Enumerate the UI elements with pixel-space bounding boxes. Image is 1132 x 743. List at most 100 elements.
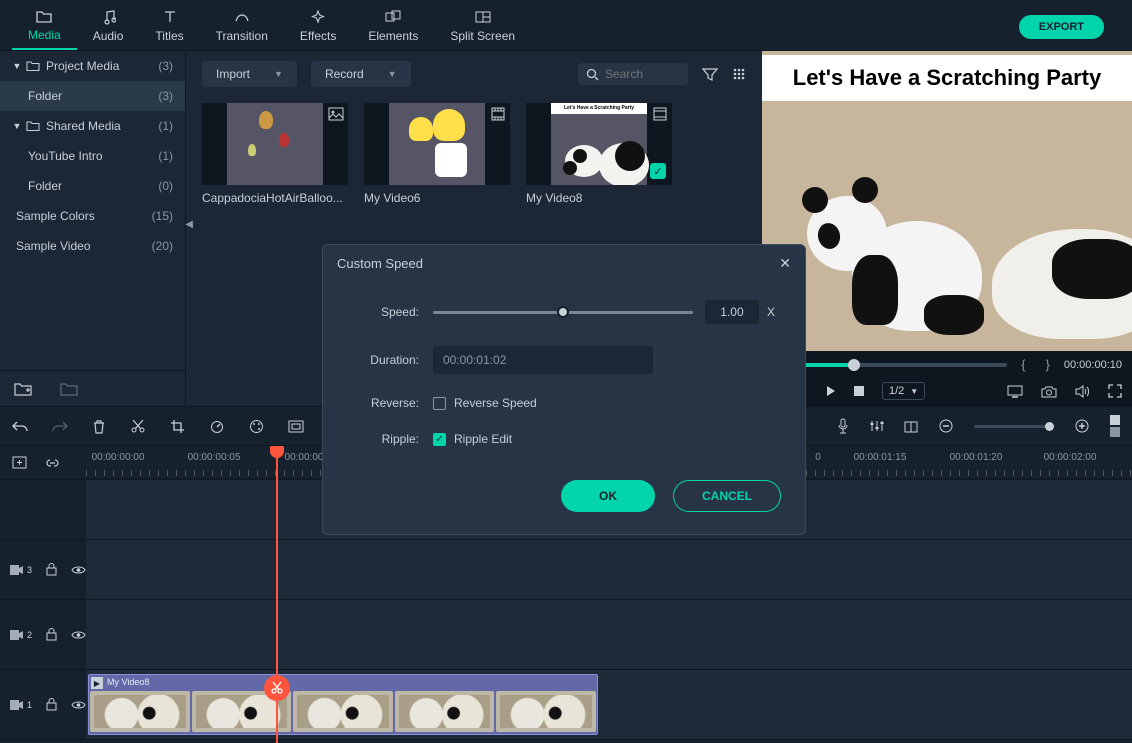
chevron-down-icon: ▼ (274, 69, 283, 79)
media-thumb[interactable]: My Video6 (364, 103, 510, 205)
track-number: 3 (27, 565, 32, 575)
scrub-bar[interactable] (772, 363, 1007, 367)
snapshot-icon[interactable] (1041, 385, 1057, 398)
record-dropdown[interactable]: Record ▼ (311, 61, 411, 87)
clip-label: My Video8 (107, 677, 149, 687)
tab-audio[interactable]: Audio (77, 5, 140, 49)
sidebar-count: (3) (158, 59, 173, 73)
sidebar-count: (15) (152, 209, 173, 223)
quality-icon[interactable] (1007, 385, 1023, 398)
filter-icon[interactable] (702, 67, 718, 81)
add-track-icon[interactable] (12, 456, 27, 469)
collapse-sidebar-icon[interactable]: ◀ (185, 219, 193, 230)
link-icon[interactable] (45, 456, 60, 469)
volume-icon[interactable] (1075, 385, 1090, 398)
media-thumb[interactable]: Let's Have a Scratching Party ✓ My Video… (526, 103, 672, 205)
sidebar-folder-2[interactable]: Folder (0) (0, 171, 185, 201)
sidebar-youtube-intro[interactable]: YouTube Intro (1) (0, 141, 185, 171)
sidebar-project-media[interactable]: ▼ Project Media (3) (0, 51, 185, 81)
stop-icon[interactable] (854, 382, 864, 400)
preview-video[interactable]: Let's Have a Scratching Party (762, 51, 1132, 351)
fullscreen-icon[interactable] (1108, 384, 1122, 398)
lock-icon[interactable] (46, 628, 57, 641)
tab-effects-label: Effects (300, 29, 336, 43)
speed-icon[interactable] (209, 419, 225, 433)
playhead[interactable] (276, 446, 278, 743)
lock-icon[interactable] (46, 698, 57, 711)
import-dropdown[interactable]: Import ▼ (202, 61, 297, 87)
chevron-down-icon: ▼ (388, 69, 397, 79)
timeline-clip[interactable]: ▶ My Video8 (88, 674, 598, 735)
zoom-out-icon[interactable] (938, 418, 954, 434)
timeline-track-v2[interactable]: 2 (0, 600, 1132, 670)
sidebar-sample-colors[interactable]: Sample Colors (15) (0, 201, 185, 231)
tab-transition[interactable]: Transition (200, 5, 284, 49)
reverse-label: Reverse: (353, 396, 433, 410)
tab-media[interactable]: Media (12, 4, 77, 50)
search-box[interactable] (578, 63, 688, 85)
duration-label: Duration: (353, 353, 433, 367)
lock-icon[interactable] (46, 563, 57, 576)
import-label: Import (216, 67, 250, 81)
folder-icon[interactable] (60, 381, 78, 396)
timeline-track-v1[interactable]: 1 ▶ My Video8 (0, 670, 1132, 740)
tab-split-screen[interactable]: Split Screen (434, 5, 531, 49)
split-clip-icon[interactable] (130, 419, 146, 434)
eye-icon[interactable] (71, 630, 86, 640)
thumb-name: My Video8 (526, 191, 672, 205)
export-button[interactable]: EXPORT (1019, 15, 1104, 39)
cancel-button[interactable]: CANCEL (673, 480, 781, 512)
sidebar-label: Folder (28, 89, 158, 103)
speed-slider[interactable] (433, 311, 693, 314)
track-height-toggle[interactable] (1110, 415, 1120, 437)
reverse-checkbox[interactable] (433, 397, 446, 410)
mixer-icon[interactable] (869, 419, 884, 433)
timecode: 00:00:00:10 (1064, 359, 1122, 371)
eye-icon[interactable] (71, 700, 86, 710)
delete-icon[interactable] (92, 419, 106, 434)
redo-icon[interactable] (52, 420, 68, 433)
clip-play-icon[interactable]: ▶ (91, 677, 103, 689)
scrub-row: { } 00:00:00:10 (762, 351, 1132, 378)
speed-value[interactable]: 1.00 (705, 300, 759, 324)
new-folder-icon[interactable] (14, 381, 32, 396)
preview-zoom-dropdown[interactable]: 1/2▼ (882, 382, 925, 400)
chevron-down-icon: ▼ (12, 61, 22, 71)
tab-titles[interactable]: Titles (139, 5, 199, 49)
marker-icon[interactable] (904, 420, 918, 433)
sidebar-shared-media[interactable]: ▼ Shared Media (1) (0, 111, 185, 141)
sparkle-icon (311, 9, 325, 25)
zoom-in-icon[interactable] (1074, 418, 1090, 434)
media-sidebar: ▼ Project Media (3) Folder (3) ▼ Shared … (0, 51, 186, 406)
close-icon[interactable]: ✕ (779, 255, 791, 272)
thumb-name: My Video6 (364, 191, 510, 205)
video-track-icon (10, 565, 23, 575)
media-thumb[interactable]: CappadociaHotAirBalloo... (202, 103, 348, 205)
ok-button[interactable]: OK (561, 480, 655, 512)
color-icon[interactable] (249, 419, 264, 434)
voiceover-icon[interactable] (837, 418, 849, 434)
video-track-icon (10, 630, 23, 640)
sidebar-sample-video[interactable]: Sample Video (20) (0, 231, 185, 261)
play-icon[interactable] (825, 382, 836, 400)
search-input[interactable] (605, 67, 675, 81)
timeline-track-v3[interactable]: 3 (0, 540, 1132, 600)
panda-graphic (792, 171, 992, 331)
undo-icon[interactable] (12, 420, 28, 433)
tab-effects[interactable]: Effects (284, 5, 352, 49)
mark-in-icon[interactable]: { (1015, 357, 1031, 372)
ripple-checkbox[interactable]: ✓ (433, 433, 446, 446)
eye-icon[interactable] (71, 565, 86, 575)
mark-out-icon[interactable]: } (1040, 357, 1056, 372)
tab-elements[interactable]: Elements (352, 5, 434, 49)
zoom-slider[interactable] (974, 425, 1054, 428)
playhead-scissors-icon[interactable] (264, 675, 290, 701)
duration-input[interactable]: 00:00:01:02 (433, 346, 653, 374)
video-type-icon (490, 107, 506, 121)
custom-speed-dialog: Custom Speed ✕ Speed: 1.00 X Duration: 0… (322, 244, 806, 535)
sidebar-folder-1[interactable]: Folder (3) (0, 81, 185, 111)
grid-view-icon[interactable] (732, 67, 746, 81)
crop-icon[interactable] (170, 419, 185, 434)
green-screen-icon[interactable] (288, 420, 304, 433)
tab-elements-label: Elements (368, 29, 418, 43)
